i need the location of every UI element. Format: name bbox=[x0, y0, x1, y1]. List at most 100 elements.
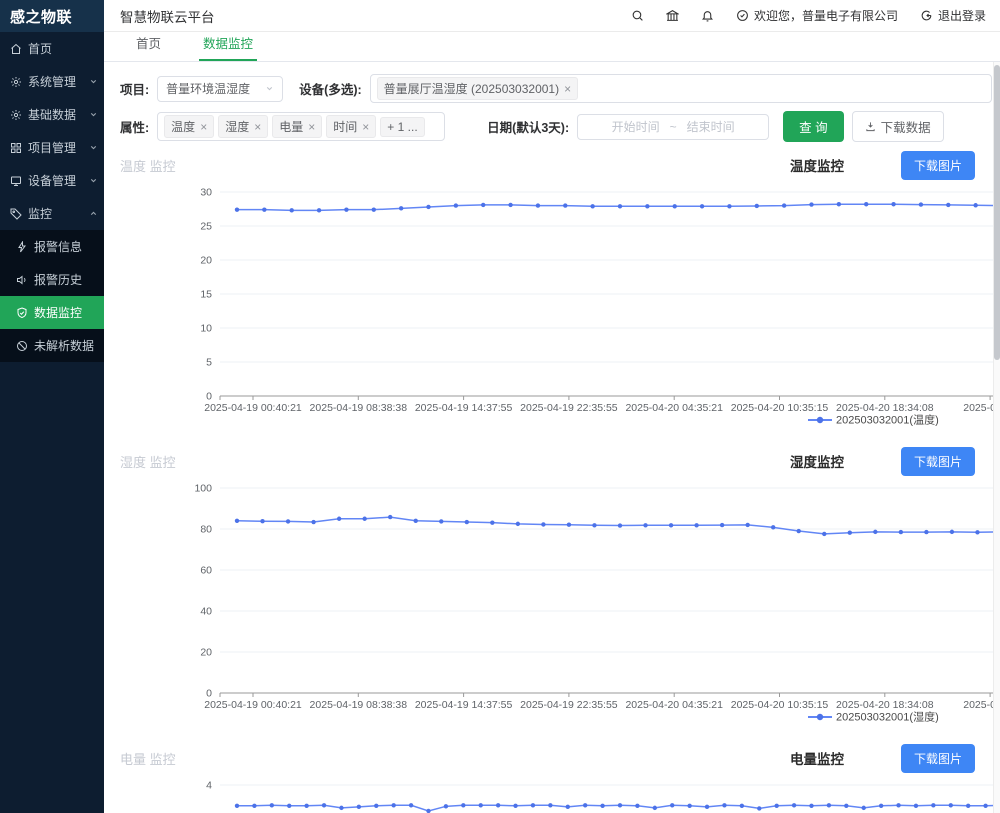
chart-title-battery: 电量监控 bbox=[790, 748, 844, 768]
svg-text:2025-04-19 22:35:55: 2025-04-19 22:35:55 bbox=[520, 699, 618, 711]
query-button[interactable]: 查 询 bbox=[783, 111, 843, 142]
chart-title-temperature: 温度监控 bbox=[790, 155, 844, 175]
gear-icon bbox=[10, 109, 22, 121]
svg-text:202503032001(湿度): 202503032001(湿度) bbox=[836, 710, 939, 724]
attribute-tag: 温度× bbox=[164, 115, 214, 138]
sidebar-item-unparsed-data[interactable]: 未解析数据 bbox=[0, 329, 104, 362]
svg-text:2025-04-20 18:34:08: 2025-04-20 18:34:08 bbox=[836, 699, 934, 711]
attribute-tag: 湿度× bbox=[218, 115, 268, 138]
chart-title-humidity: 湿度监控 bbox=[790, 451, 844, 471]
humidity-chart[interactable]: 1008060402002025-04-19 00:40:212025-04-1… bbox=[120, 476, 1000, 729]
remove-tag-icon[interactable]: × bbox=[308, 121, 315, 133]
download-image-button[interactable]: 下载图片 bbox=[901, 744, 975, 773]
grid-icon bbox=[10, 142, 22, 154]
attr-label: 属性: bbox=[120, 117, 149, 136]
svg-text:4: 4 bbox=[206, 780, 212, 792]
svg-text:2025-04-19 00:40:21: 2025-04-19 00:40:21 bbox=[204, 402, 302, 414]
chevron-down-icon bbox=[265, 84, 274, 93]
remove-tag-icon[interactable]: × bbox=[200, 121, 207, 133]
svg-text:202503032001(温度): 202503032001(温度) bbox=[836, 413, 939, 427]
download-image-button[interactable]: 下载图片 bbox=[901, 151, 975, 180]
project-select[interactable]: 普量环境温湿度 bbox=[157, 76, 283, 102]
attribute-more-tag[interactable]: + 1 ... bbox=[380, 117, 424, 137]
speaker-icon bbox=[16, 274, 28, 286]
content: 项目: 普量环境温湿度 设备(多选): 普量展厅温湿度 (20250303200… bbox=[104, 62, 1000, 813]
sidebar-item-data-monitoring[interactable]: 数据监控 bbox=[0, 296, 104, 329]
filter-row-2: 属性: 温度×湿度×电量×时间×+ 1 ... 日期(默认3天): 开始时间 ~… bbox=[120, 111, 1000, 142]
chevron-up-icon bbox=[89, 209, 98, 218]
svg-text:5: 5 bbox=[206, 357, 212, 369]
chevron-down-icon bbox=[89, 143, 98, 152]
date-start-placeholder: 开始时间 bbox=[612, 118, 660, 135]
device-tag: 普量展厅温湿度 (202503032001)× bbox=[377, 77, 578, 100]
vertical-scrollbar[interactable] bbox=[993, 62, 1000, 813]
logout-button[interactable]: 退出登录 bbox=[920, 7, 986, 24]
bell-icon[interactable] bbox=[701, 9, 714, 22]
remove-tag-icon[interactable]: × bbox=[362, 121, 369, 133]
remove-tag-icon[interactable]: × bbox=[564, 83, 571, 95]
sidebar-item-system-management[interactable]: 系统管理 bbox=[0, 65, 104, 98]
download-image-button[interactable]: 下载图片 bbox=[901, 447, 975, 476]
tab-home[interactable]: 首页 bbox=[132, 26, 165, 61]
battery-chart-section: 电量 监控 电量监控 下载图片 43 bbox=[120, 743, 1000, 813]
svg-text:2025-04-20 04:35:21: 2025-04-20 04:35:21 bbox=[625, 402, 723, 414]
attribute-tag: 电量× bbox=[272, 115, 322, 138]
tab-data-monitoring[interactable]: 数据监控 bbox=[199, 26, 257, 61]
svg-text:20: 20 bbox=[200, 255, 212, 267]
date-separator: ~ bbox=[670, 120, 677, 134]
sidebar-item-monitoring[interactable]: 监控 bbox=[0, 197, 104, 230]
svg-text:40: 40 bbox=[200, 606, 212, 618]
search-icon[interactable] bbox=[631, 9, 644, 22]
svg-text:15: 15 bbox=[200, 289, 212, 301]
sidebar-item-project-management[interactable]: 项目管理 bbox=[0, 131, 104, 164]
logout-icon bbox=[920, 9, 933, 22]
attribute-tag: 时间× bbox=[326, 115, 376, 138]
svg-text:2025-04-20 10:35:15: 2025-04-20 10:35:15 bbox=[731, 402, 829, 414]
svg-text:2025-04-19 08:38:38: 2025-04-19 08:38:38 bbox=[310, 402, 408, 414]
bank-icon[interactable] bbox=[666, 9, 679, 22]
sidebar-item-basic-data[interactable]: 基础数据 bbox=[0, 98, 104, 131]
date-end-placeholder: 结束时间 bbox=[687, 118, 735, 135]
shield-check-icon bbox=[16, 307, 28, 319]
welcome-account[interactable]: 欢迎您，普量电子有限公司 bbox=[736, 7, 898, 24]
home-icon bbox=[10, 43, 22, 55]
filter-row-1: 项目: 普量环境温湿度 设备(多选): 普量展厅温湿度 (20250303200… bbox=[120, 74, 1000, 103]
temperature-chart[interactable]: 3025201510502025-04-19 00:40:212025-04-1… bbox=[120, 180, 1000, 432]
app-logo: 感之物联 bbox=[0, 0, 104, 32]
sidebar-item-alarm-history[interactable]: 报警历史 bbox=[0, 263, 104, 296]
welcome-text: 欢迎您，普量电子有限公司 bbox=[754, 7, 898, 24]
svg-text:2025-04-19 08:38:38: 2025-04-19 08:38:38 bbox=[310, 699, 408, 711]
sidebar-item-device-management[interactable]: 设备管理 bbox=[0, 164, 104, 197]
chevron-down-icon bbox=[89, 176, 98, 185]
monitor-icon bbox=[10, 175, 22, 187]
date-label: 日期(默认3天): bbox=[487, 117, 569, 136]
svg-text:2025-04-19 22:35:55: 2025-04-19 22:35:55 bbox=[520, 402, 618, 414]
svg-text:80: 80 bbox=[200, 524, 212, 536]
svg-text:25: 25 bbox=[200, 221, 212, 233]
scrollbar-thumb[interactable] bbox=[994, 65, 1000, 360]
user-circle-icon bbox=[736, 9, 749, 22]
svg-text:2025-04-19 14:37:55: 2025-04-19 14:37:55 bbox=[415, 402, 513, 414]
sidebar-item-alarm-info[interactable]: 报警信息 bbox=[0, 230, 104, 263]
sidebar-item-home[interactable]: 首页 bbox=[0, 32, 104, 65]
chevron-down-icon bbox=[89, 77, 98, 86]
download-icon bbox=[865, 121, 876, 132]
download-data-button[interactable]: 下载数据 bbox=[852, 111, 944, 142]
tabbar: 首页 数据监控 bbox=[104, 32, 1000, 62]
date-range-input[interactable]: 开始时间 ~ 结束时间 bbox=[577, 114, 769, 140]
svg-text:2025-04-19 14:37:55: 2025-04-19 14:37:55 bbox=[415, 699, 513, 711]
svg-text:20: 20 bbox=[200, 647, 212, 659]
section-label-humidity: 湿度 监控 bbox=[120, 452, 790, 471]
project-label: 项目: bbox=[120, 79, 149, 98]
monitoring-submenu: 报警信息 报警历史 数据监控 未解析数据 bbox=[0, 230, 104, 362]
circle-slash-icon bbox=[16, 340, 28, 352]
remove-tag-icon[interactable]: × bbox=[254, 121, 261, 133]
temperature-chart-section: 温度 监控 温度监控 下载图片 3025201510502025-04-19 0… bbox=[120, 150, 1000, 432]
sidebar: 感之物联 首页 系统管理 基础数据 项目管理 设备管理 监控 bbox=[0, 0, 104, 813]
battery-chart[interactable]: 43 bbox=[120, 773, 1000, 813]
attribute-multiselect[interactable]: 温度×湿度×电量×时间×+ 1 ... bbox=[157, 112, 445, 141]
device-multiselect[interactable]: 普量展厅温湿度 (202503032001)× bbox=[370, 74, 992, 103]
svg-text:0: 0 bbox=[206, 688, 212, 700]
section-label-temperature: 温度 监控 bbox=[120, 156, 790, 175]
logout-label: 退出登录 bbox=[938, 7, 986, 24]
